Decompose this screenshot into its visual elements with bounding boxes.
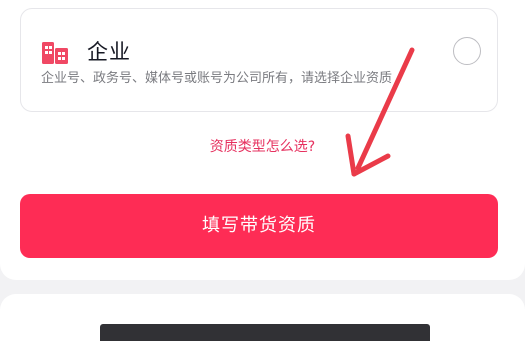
enterprise-radio[interactable] [453, 37, 481, 65]
qualification-sheet: 企业 企业号、政务号、媒体号或账号为公司所有，请选择企业资质 资质类型怎么选? … [0, 0, 525, 280]
lower-card [0, 294, 525, 341]
building-icon [42, 42, 68, 64]
lower-card-title-block [100, 324, 430, 341]
option-title: 企业 [87, 40, 131, 64]
enterprise-option-card[interactable]: 企业 企业号、政务号、媒体号或账号为公司所有，请选择企业资质 [20, 8, 498, 112]
qualification-help-link[interactable]: 资质类型怎么选? [0, 136, 525, 158]
option-description: 企业号、政务号、媒体号或账号为公司所有，请选择企业资质 [41, 71, 393, 86]
fill-qualification-button[interactable]: 填写带货资质 [20, 194, 498, 258]
